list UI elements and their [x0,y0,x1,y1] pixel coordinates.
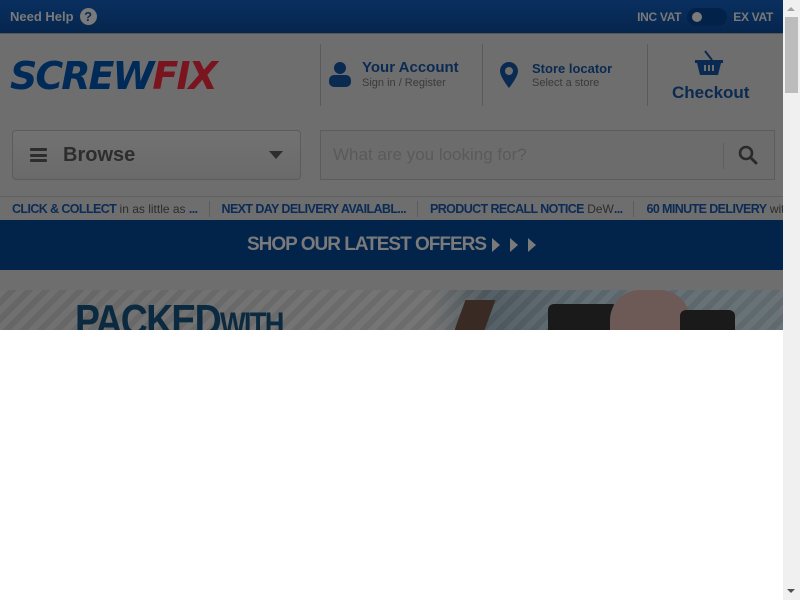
usp-strip: CLICK & COLLECT in as little as ... NEXT… [0,196,783,220]
page: Need Help ? INC VAT EX VAT SCREWFIX Your… [0,0,783,600]
arrow-right-icons [492,238,537,252]
logo-fix: FIX [152,54,217,98]
usp-title: 60 MINUTE DELIVERY [646,201,767,216]
inc-vat-label[interactable]: INC VAT [637,10,681,24]
store-locator-link[interactable]: Store locator Select a store [500,61,612,89]
divider [647,44,648,106]
hero-headline: PACKEDWITH [75,296,284,330]
your-account-link[interactable]: Your Account Sign in / Register [328,59,459,89]
store-subtitle: Select a store [532,77,600,89]
location-pin-icon [500,62,518,88]
user-icon [329,62,351,87]
header: SCREWFIX Your Account Sign in / Register… [0,34,783,290]
basket-icon [695,50,723,75]
checkout-label: Checkout [672,83,750,102]
usp-item-click-collect[interactable]: CLICK & COLLECT in as little as ... [0,200,210,217]
usp-text: in as little as [116,201,189,216]
need-help-label: Need Help [10,9,74,24]
need-help-link[interactable]: Need Help ? [10,8,97,25]
search-button[interactable] [722,131,774,179]
store-title: Store locator [532,61,613,76]
usp-item-60-minute[interactable]: 60 MINUTE DELIVERY with Sprint [634,201,783,217]
scroll-up-arrow-icon[interactable] [787,7,795,11]
chevron-down-icon [269,151,283,159]
usp-text: with Sprint [769,201,783,216]
search-bar [320,130,775,180]
screwfix-logo[interactable]: SCREWFIX [10,54,218,98]
logo-screw: SCREW [10,54,154,98]
usp-title: PRODUCT RECALL NOTICE [430,201,584,216]
search-input[interactable] [333,143,713,167]
search-icon [738,145,758,165]
usp-ellipsis: ... [188,201,198,216]
help-icon: ? [79,8,97,25]
usp-text: DeW [583,201,614,216]
vat-switch: INC VAT EX VAT [637,8,773,26]
checkout-link[interactable]: Checkout [672,50,750,103]
account-title: Your Account [362,59,459,76]
divider [482,44,483,106]
usp-item-next-day[interactable]: NEXT DAY DELIVERY AVAILABL... [210,200,419,217]
scroll-down-arrow-icon[interactable] [787,589,795,593]
shop-offers-banner[interactable]: SHOP OUR LATEST OFFERS [0,220,783,270]
browse-label: Browse [63,143,136,166]
vat-toggle[interactable] [687,8,728,26]
offers-label: SHOP OUR LATEST OFFERS [246,234,487,255]
usp-ellipsis: ... [613,201,623,216]
divider [320,44,321,106]
hand-image [610,290,690,330]
account-subtitle: Sign in / Register [362,77,446,89]
hero-banner[interactable]: PACKEDWITH [0,290,783,330]
scrollbar-thumb[interactable] [785,17,798,93]
vertical-scrollbar[interactable] [783,0,800,600]
drill-image [680,310,735,330]
browse-button[interactable]: Browse [12,130,301,180]
usp-item-recall[interactable]: PRODUCT RECALL NOTICE DeW... [418,200,635,217]
top-bar: Need Help ? INC VAT EX VAT [0,0,783,34]
menu-icon [30,148,47,162]
usp-title: CLICK & COLLECT [12,201,117,216]
ex-vat-label[interactable]: EX VAT [733,10,773,24]
drill-image [548,304,618,330]
toggle-knob [692,12,703,22]
usp-title: NEXT DAY DELIVERY AVAILABL... [221,201,407,216]
